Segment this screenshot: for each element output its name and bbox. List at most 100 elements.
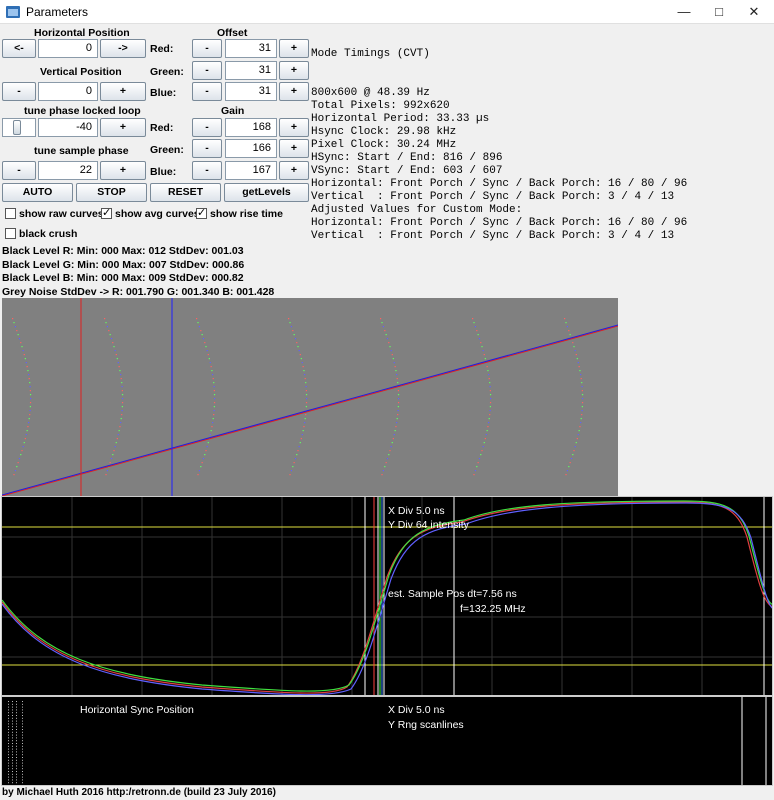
preview-dot [301, 434, 303, 436]
hpos-right-button[interactable]: -> [100, 39, 146, 58]
show-rise-time-checkbox[interactable] [196, 206, 207, 219]
get-levels-button[interactable]: getLevels [224, 183, 309, 202]
preview-dot [205, 450, 207, 452]
offset-green-minus-button[interactable]: - [192, 61, 222, 80]
sync-dot [16, 782, 17, 784]
gain-red-minus-button[interactable]: - [192, 118, 222, 137]
gain-red-label: Red: [150, 122, 174, 134]
gain-green-plus-button[interactable]: + [279, 139, 309, 158]
scope-sample-pos: est. Sample Pos dt=7.56 ns [388, 588, 517, 600]
offset-blue-input[interactable]: 31 [225, 82, 277, 101]
black-level-r: Black Level R: Min: 000 Max: 012 StdDev:… [2, 245, 244, 257]
vpos-plus-button[interactable]: + [100, 82, 146, 101]
gain-red-plus-button[interactable]: + [279, 118, 309, 137]
preview-dot [398, 398, 400, 400]
preview-dot [112, 454, 114, 456]
close-icon[interactable]: ✕ [734, 0, 774, 24]
gain-green-input[interactable]: 166 [225, 139, 277, 158]
show-avg-curves-checkbox[interactable] [101, 206, 112, 219]
preview-dot [306, 398, 308, 400]
offset-red-input[interactable]: 31 [225, 39, 277, 58]
preview-dot [484, 358, 486, 360]
preview-dot [396, 418, 398, 420]
preview-dot [488, 418, 490, 420]
offset-blue-minus-button[interactable]: - [192, 82, 222, 101]
preview-dot [384, 466, 386, 468]
sync-dot [12, 701, 13, 702]
black-crush-checkbox[interactable] [5, 228, 16, 239]
preview-dot [486, 366, 488, 368]
pll-slider-thumb[interactable] [13, 120, 21, 135]
sync-dot [12, 748, 13, 750]
sync-dot [16, 751, 17, 753]
sync-dot [22, 768, 23, 770]
preview-dot [489, 410, 491, 412]
sync-xdiv: X Div 5.0 ns [388, 704, 445, 716]
sample-minus-button[interactable]: - [2, 161, 36, 180]
preview-dot [113, 346, 115, 348]
preview-dot [397, 410, 399, 412]
sync-dot [12, 729, 13, 730]
pll-slider[interactable] [2, 118, 36, 137]
preview-dot [489, 414, 491, 416]
gain-red-input[interactable]: 168 [225, 118, 277, 137]
preview-dot [110, 338, 113, 340]
show-raw-curves-checkbox[interactable] [5, 208, 16, 219]
preview-dot [396, 378, 398, 380]
hpos-input[interactable]: 0 [38, 39, 98, 58]
preview-dot [109, 334, 111, 336]
auto-button[interactable]: AUTO [2, 183, 73, 202]
hpos-left-button[interactable]: <- [2, 39, 36, 58]
vpos-input[interactable]: 0 [38, 82, 98, 101]
sample-plus-button[interactable]: + [100, 161, 146, 180]
offset-green-input[interactable]: 31 [225, 61, 277, 80]
preview-dot [395, 426, 397, 428]
sample-input[interactable]: 22 [38, 161, 98, 180]
preview-dot [109, 462, 111, 464]
preview-dot [17, 334, 19, 336]
preview-dot [105, 474, 107, 476]
gain-blue-minus-button[interactable]: - [192, 161, 222, 180]
offset-green-plus-button[interactable]: + [279, 61, 309, 80]
offset-red-minus-button[interactable]: - [192, 39, 222, 58]
scope-ydiv: Y Div 64 intensity [388, 519, 469, 531]
reset-button[interactable]: RESET [150, 183, 221, 202]
preview-dot [212, 374, 214, 376]
sync-dot [16, 776, 17, 778]
vpos-minus-button[interactable]: - [2, 82, 36, 101]
gain-blue-input[interactable]: 167 [225, 161, 277, 180]
preview-dot [209, 362, 211, 364]
gain-green-minus-button[interactable]: - [192, 139, 222, 158]
preview-dot [214, 398, 216, 400]
gain-blue-plus-button[interactable]: + [279, 161, 309, 180]
sync-dot [16, 717, 17, 719]
sync-dot [22, 762, 23, 764]
preview-dot [389, 346, 391, 348]
offset-red-plus-button[interactable]: + [279, 39, 309, 58]
preview-dot [386, 458, 389, 460]
preview-dot [211, 426, 213, 428]
sync-dot [16, 706, 17, 708]
sync-dot [12, 706, 13, 708]
show-avg-curves-label: show avg curves [115, 208, 200, 220]
sync-dot [12, 765, 13, 767]
stop-button[interactable]: STOP [76, 183, 147, 202]
offset-green-label: Green: [150, 66, 184, 78]
sync-dot [16, 701, 17, 702]
maximize-icon[interactable]: □ [699, 0, 739, 24]
preview-dot [397, 406, 399, 408]
preview-dot [487, 426, 489, 428]
preview-dot [200, 330, 202, 332]
offset-blue-plus-button[interactable]: + [279, 82, 309, 101]
preview-dot [206, 446, 208, 448]
sync-dot [12, 737, 13, 739]
minimize-icon[interactable]: — [664, 0, 704, 24]
pll-input[interactable]: -40 [38, 118, 98, 137]
preview-dot [114, 446, 116, 448]
pll-label: tune phase locked loop [24, 105, 141, 117]
preview-dot [577, 434, 579, 436]
sync-dot [16, 768, 17, 770]
timing-line: Horizontal Period: 33.33 µs [311, 113, 490, 125]
preview-dot [303, 426, 305, 428]
pll-plus-button[interactable]: + [100, 118, 146, 137]
